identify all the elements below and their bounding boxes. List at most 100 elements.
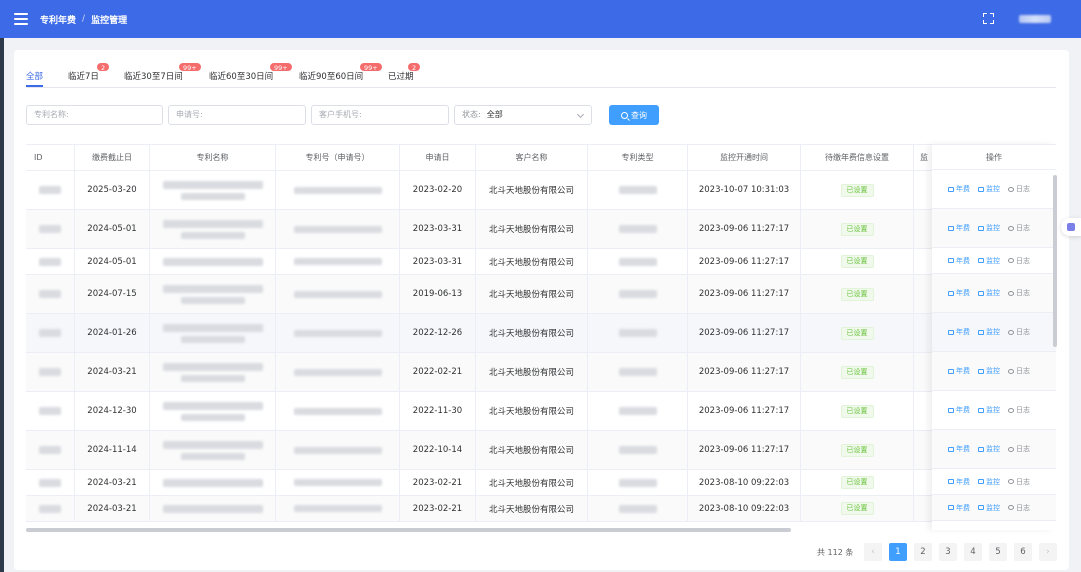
- count-badge: 2: [96, 62, 111, 72]
- tab-expired[interactable]: 已过期 2: [388, 62, 422, 82]
- table-row[interactable]: 2024-01-26 2022-12-26 北斗天地股份有限公司 2023-09-06…: [26, 314, 1056, 353]
- patent-no-cell: [276, 171, 400, 209]
- fee-action-button[interactable]: 年费: [948, 288, 970, 298]
- patent-no-cell: [276, 431, 400, 469]
- page-1[interactable]: 1: [889, 543, 907, 561]
- fee-action-button[interactable]: 年费: [948, 327, 970, 337]
- id-cell: [26, 210, 75, 248]
- count-badge: 99+: [178, 62, 202, 72]
- customer-cell: 北斗天地股份有限公司: [476, 496, 588, 521]
- log-action-button[interactable]: 日志: [1008, 503, 1030, 513]
- monitor-action-button[interactable]: 监控: [978, 503, 1000, 513]
- tab-60-to-30-days[interactable]: 临近60至30日间 99+: [209, 62, 293, 82]
- status-badge: 已设置: [840, 404, 874, 418]
- prev-page-button[interactable]: ‹: [864, 543, 882, 561]
- breadcrumb-item[interactable]: 专利年费: [40, 13, 76, 26]
- log-action-button[interactable]: 日志: [1008, 327, 1030, 337]
- page-2[interactable]: 2: [914, 543, 932, 561]
- vertical-scrollbar[interactable]: [1053, 175, 1057, 347]
- log-action-button[interactable]: 日志: [1008, 444, 1030, 454]
- next-page-button[interactable]: ›: [1039, 543, 1057, 561]
- table-row[interactable]: 2024-03-21 2023-02-21 北斗天地股份有限公司 2023-08-10…: [26, 496, 1056, 522]
- table-row[interactable]: 2025-03-20 2023-02-20 北斗天地股份有限公司 2023-10-07…: [26, 171, 1056, 210]
- log-action-button[interactable]: 日志: [1008, 223, 1030, 233]
- table-row[interactable]: 2024-03-21 2023-02-21 北斗天地股份有限公司 2023-08-10…: [26, 470, 1056, 496]
- fee-action-button[interactable]: 年费: [948, 366, 970, 376]
- status-badge: 已设置: [840, 502, 874, 515]
- fee-action-button[interactable]: 年费: [948, 444, 970, 454]
- monitor-time-cell: 2023-10-07 10:31:03: [688, 171, 801, 209]
- monitor-action-button[interactable]: 监控: [978, 444, 1000, 454]
- history-icon: [1008, 186, 1014, 192]
- patent-name-cell: [150, 314, 276, 352]
- monitor-action-button[interactable]: 监控: [978, 223, 1000, 233]
- fee-action-button[interactable]: 年费: [948, 256, 970, 266]
- patent-type-cell: [588, 431, 688, 469]
- page-3[interactable]: 3: [939, 543, 957, 561]
- monitor-action-button[interactable]: 监控: [978, 327, 1000, 337]
- customer-cell: 北斗天地股份有限公司: [476, 353, 588, 391]
- fee-action-button[interactable]: 年费: [948, 184, 970, 194]
- patent-name-cell: [150, 210, 276, 248]
- id-cell: [26, 171, 75, 209]
- page-6[interactable]: 6: [1014, 543, 1032, 561]
- edit-icon: [948, 258, 954, 263]
- table-row[interactable]: 2024-05-01 2023-03-31 北斗天地股份有限公司 2023-09-06…: [26, 210, 1056, 249]
- log-action-button[interactable]: 日志: [1008, 366, 1030, 376]
- patent-no-cell: [276, 249, 400, 274]
- patent-name-input[interactable]: 专利名称:: [26, 105, 163, 125]
- breadcrumb-item: 监控管理: [91, 15, 128, 26]
- row-actions: 年费 监控 日志: [932, 469, 1056, 495]
- status-badge: 已设置: [840, 365, 874, 379]
- table-row[interactable]: 2024-07-15 2019-06-13 北斗天地股份有限公司 2023-09-06…: [26, 275, 1056, 314]
- table-row[interactable]: 2024-11-14 2022-10-14 北斗天地股份有限公司 2023-09-06…: [26, 431, 1056, 470]
- sidebar-edge: [0, 38, 4, 572]
- fullscreen-icon[interactable]: [983, 13, 994, 24]
- horizontal-scrollbar[interactable]: [26, 528, 791, 532]
- menu-toggle-icon[interactable]: [14, 13, 28, 25]
- fee-setting-cell: 已设置: [801, 275, 914, 313]
- patent-no-cell: [276, 470, 400, 495]
- mail-icon: [978, 290, 984, 296]
- application-no-input[interactable]: 申请号:: [168, 105, 306, 125]
- user-avatar[interactable]: [1019, 15, 1051, 23]
- monitor-action-button[interactable]: 监控: [978, 256, 1000, 266]
- customer-phone-input[interactable]: 客户手机号:: [311, 105, 449, 125]
- log-action-button[interactable]: 日志: [1008, 405, 1030, 415]
- apply-date-cell: 2023-02-21: [400, 496, 476, 521]
- fee-action-button[interactable]: 年费: [948, 477, 970, 487]
- status-select[interactable]: 状态: 全部: [454, 105, 592, 125]
- patent-name-cell: [150, 249, 276, 274]
- fee-action-button[interactable]: 年费: [948, 405, 970, 415]
- query-button[interactable]: 查询: [609, 105, 659, 125]
- monitor-action-button[interactable]: 监控: [978, 288, 1000, 298]
- page-5[interactable]: 5: [989, 543, 1007, 561]
- log-action-button[interactable]: 日志: [1008, 477, 1030, 487]
- breadcrumb-separator: /: [82, 14, 86, 24]
- monitor-action-button[interactable]: 监控: [978, 405, 1000, 415]
- tab-within-7-days[interactable]: 临近7日 2: [68, 62, 111, 82]
- table-row[interactable]: 2024-12-30 2022-11-30 北斗天地股份有限公司 2023-09-06…: [26, 392, 1056, 431]
- log-action-button[interactable]: 日志: [1008, 288, 1030, 298]
- monitor-action-button[interactable]: 监控: [978, 366, 1000, 376]
- table-row[interactable]: 2024-05-01 2023-03-31 北斗天地股份有限公司 2023-09-06…: [26, 249, 1056, 275]
- page-4[interactable]: 4: [964, 543, 982, 561]
- id-cell: [26, 431, 75, 469]
- monitor-action-button[interactable]: 监控: [978, 184, 1000, 194]
- patent-type-cell: [588, 353, 688, 391]
- edit-icon: [948, 186, 954, 192]
- tab-90-to-60-days[interactable]: 临近90至60日间 99+: [299, 62, 383, 82]
- customer-cell: 北斗天地股份有限公司: [476, 249, 588, 274]
- tab-all[interactable]: 全部: [26, 70, 44, 87]
- floating-assistant-button[interactable]: [1061, 218, 1081, 236]
- tab-30-to-7-days[interactable]: 临近30至7日间 99+: [124, 62, 202, 82]
- monitor-time-cell: 2023-08-10 09:22:03: [688, 496, 801, 521]
- fee-action-button[interactable]: 年费: [948, 503, 970, 513]
- table-row[interactable]: 2024-03-21 2022-02-21 北斗天地股份有限公司 2023-09-06…: [26, 353, 1056, 392]
- monitor-action-button[interactable]: 监控: [978, 477, 1000, 487]
- fee-action-button[interactable]: 年费: [948, 223, 970, 233]
- log-action-button[interactable]: 日志: [1008, 184, 1030, 194]
- patent-name-cell: [150, 353, 276, 391]
- status-badge: 已设置: [840, 326, 874, 340]
- log-action-button[interactable]: 日志: [1008, 256, 1030, 266]
